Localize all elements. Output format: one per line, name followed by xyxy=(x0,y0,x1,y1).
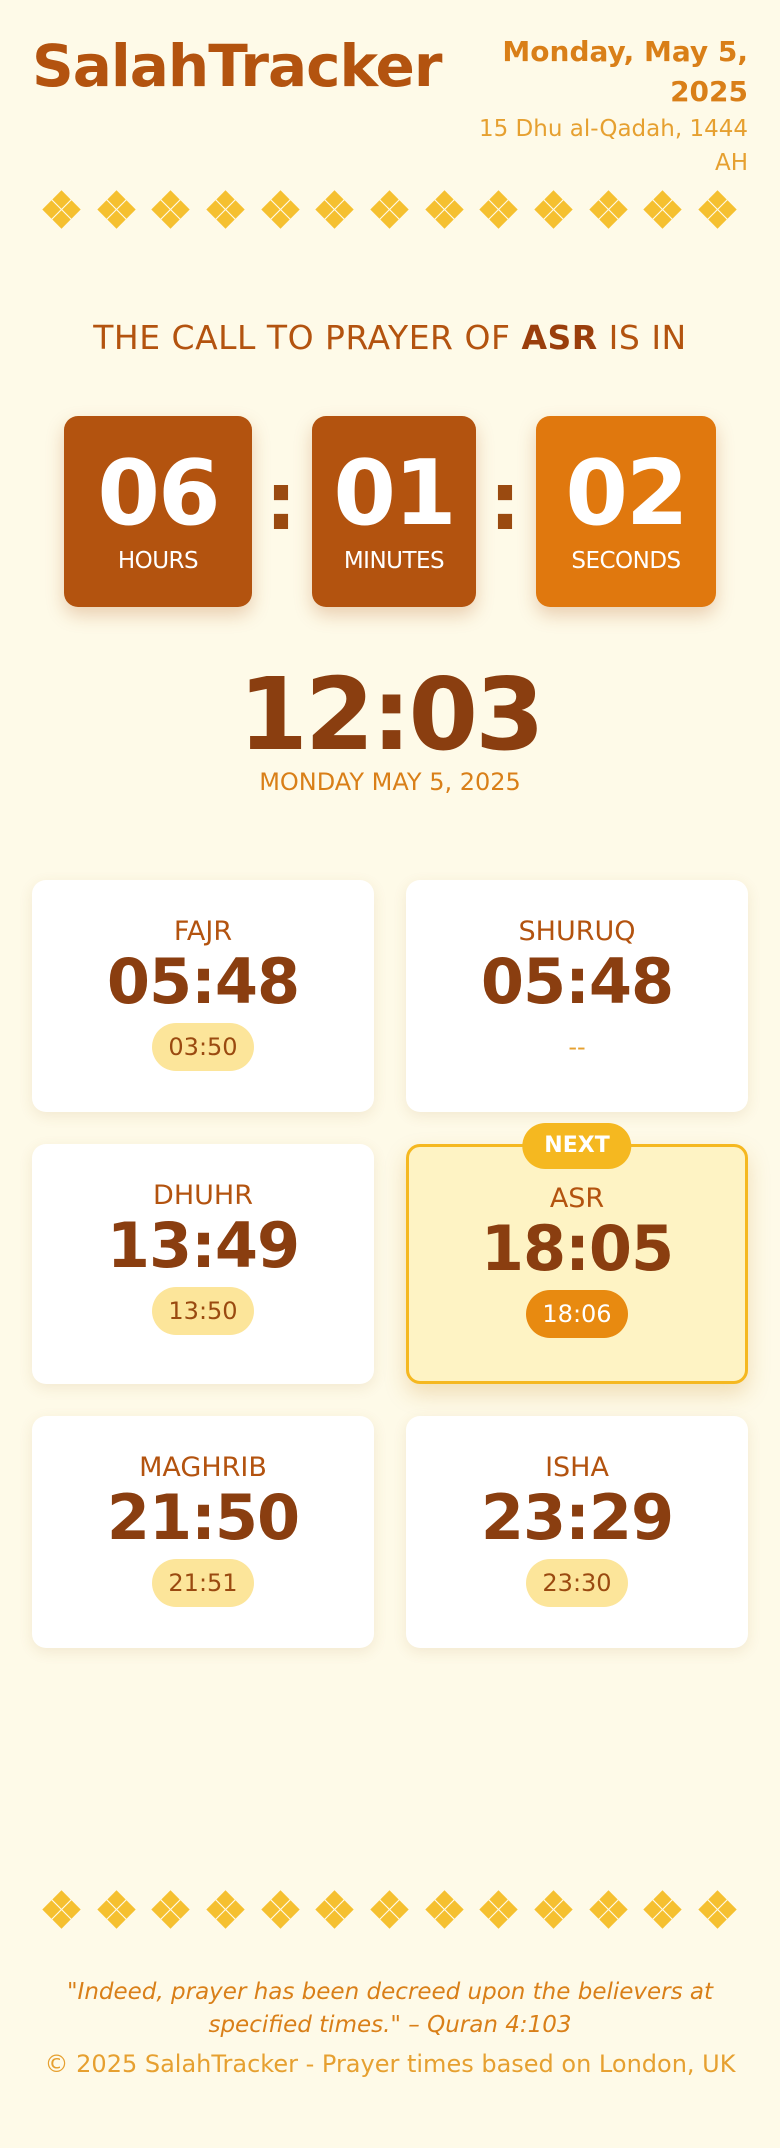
ornament-divider-bottom xyxy=(42,1890,737,1930)
gregorian-date-line1: Monday, May 5, xyxy=(502,35,748,68)
ornament-divider-top xyxy=(42,190,737,230)
next-prayer-badge: NEXT xyxy=(522,1123,632,1169)
prayer-name: ISHA xyxy=(545,1452,609,1483)
diamond-cluster-icon xyxy=(370,1890,409,1929)
countdown-prayer-name: ASR xyxy=(521,318,598,357)
date-block: Monday, May 5, 2025 15 Dhu al-Qadah, 144… xyxy=(448,32,748,180)
diamond-cluster-icon xyxy=(370,190,409,229)
countdown-separator: : xyxy=(265,455,297,548)
prayer-time: 23:29 xyxy=(480,1481,674,1554)
diamond-cluster-icon xyxy=(534,190,573,229)
countdown-minutes-label: MINUTES xyxy=(343,548,445,574)
diamond-cluster-icon xyxy=(479,1890,518,1929)
countdown-seconds-value: 02 xyxy=(565,441,688,546)
countdown-hours-value: 06 xyxy=(97,441,220,546)
app-logo-title[interactable]: SalahTracker xyxy=(32,32,442,100)
diamond-cluster-icon xyxy=(424,190,464,229)
countdown-minutes-value: 01 xyxy=(333,441,456,546)
prayer-time: 21:50 xyxy=(106,1481,300,1554)
diamond-cluster-icon xyxy=(698,1890,737,1929)
diamond-cluster-icon xyxy=(206,1890,245,1929)
quran-quote: "Indeed, prayer has been decreed upon th… xyxy=(40,1976,740,2042)
countdown-seconds: 02 SECONDS xyxy=(536,416,716,607)
diamond-cluster-icon xyxy=(534,1890,573,1929)
header: SalahTracker Monday, May 5, 2025 15 Dhu … xyxy=(32,28,748,178)
prayer-time: 05:48 xyxy=(480,945,674,1018)
diamond-cluster-icon xyxy=(643,1890,682,1929)
diamond-cluster-icon xyxy=(315,1890,354,1929)
countdown-separator: : xyxy=(489,455,521,548)
hijri-date-line1: 15 Dhu al-Qadah, 1444 xyxy=(478,116,748,142)
quote-line2: specified times." – Quran 4:103 xyxy=(208,2012,572,2038)
prayer-card-asr[interactable]: NEXT ASR 18:05 18:06 xyxy=(406,1123,748,1384)
countdown-hours: 06 HOURS xyxy=(64,416,252,607)
prayer-card-isha[interactable]: ISHA 23:29 23:30 xyxy=(406,1416,748,1648)
current-date: MONDAY MAY 5, 2025 xyxy=(259,768,521,796)
iqama-time-badge: 21:51 xyxy=(152,1559,254,1607)
countdown-minutes: 01 MINUTES xyxy=(312,416,476,607)
gregorian-date: Monday, May 5, 2025 xyxy=(448,32,748,112)
prayer-time: 18:05 xyxy=(480,1212,674,1285)
diamond-cluster-icon xyxy=(643,190,682,229)
diamond-cluster-icon xyxy=(151,1890,191,1929)
prayer-card-fajr[interactable]: FAJR 05:48 03:50 xyxy=(32,880,374,1112)
gregorian-date-line2: 2025 xyxy=(670,75,748,108)
diamond-cluster-icon xyxy=(588,1890,628,1929)
prayer-name: ASR xyxy=(549,1183,605,1214)
diamond-cluster-icon xyxy=(588,190,628,229)
iqama-time-badge: 18:06 xyxy=(526,1290,628,1338)
diamond-cluster-icon xyxy=(96,1890,136,1929)
quote-line1: "Indeed, prayer has been decreed upon th… xyxy=(66,1979,714,2005)
prayer-card-shuruq[interactable]: SHURUQ 05:48 -- xyxy=(406,880,748,1112)
current-time: 12:03 xyxy=(238,656,544,773)
diamond-cluster-icon xyxy=(42,1890,81,1929)
countdown-suffix: IS IN xyxy=(608,318,687,357)
prayer-card-maghrib[interactable]: MAGHRIB 21:50 21:51 xyxy=(32,1416,374,1648)
iqama-time-badge: 03:50 xyxy=(152,1023,254,1071)
diamond-cluster-icon xyxy=(260,1890,300,1929)
diamond-cluster-icon xyxy=(315,190,354,229)
prayer-name: SHURUQ xyxy=(518,916,636,947)
prayer-card-dhuhr[interactable]: DHUHR 13:49 13:50 xyxy=(32,1144,374,1384)
prayer-name: DHUHR xyxy=(153,1180,253,1211)
diamond-cluster-icon xyxy=(96,190,136,229)
copyright-text: © 2025 SalahTracker - Prayer times based… xyxy=(44,2050,736,2078)
diamond-cluster-icon xyxy=(479,190,518,229)
diamond-cluster-icon xyxy=(260,190,300,229)
diamond-cluster-icon xyxy=(151,190,191,229)
diamond-cluster-icon xyxy=(206,190,245,229)
prayer-name: FAJR xyxy=(173,916,233,947)
iqama-time-badge: 23:30 xyxy=(526,1559,628,1607)
diamond-cluster-icon xyxy=(698,190,737,229)
diamond-cluster-icon xyxy=(42,190,81,229)
iqama-time-badge: -- xyxy=(568,1033,586,1061)
countdown-seconds-label: SECONDS xyxy=(571,548,681,574)
countdown-hours-label: HOURS xyxy=(117,548,199,574)
diamond-cluster-icon xyxy=(424,1890,464,1929)
hijri-date: 15 Dhu al-Qadah, 1444 AH xyxy=(448,112,748,180)
iqama-time-badge: 13:50 xyxy=(152,1287,254,1335)
prayer-time: 13:49 xyxy=(106,1209,300,1282)
prayer-time: 05:48 xyxy=(106,945,300,1018)
countdown-heading: THE CALL TO PRAYER OF ASR IS IN xyxy=(0,318,780,357)
hijri-date-line2: AH xyxy=(714,150,748,176)
countdown-prefix: THE CALL TO PRAYER OF xyxy=(93,318,511,357)
prayer-name: MAGHRIB xyxy=(139,1452,267,1483)
